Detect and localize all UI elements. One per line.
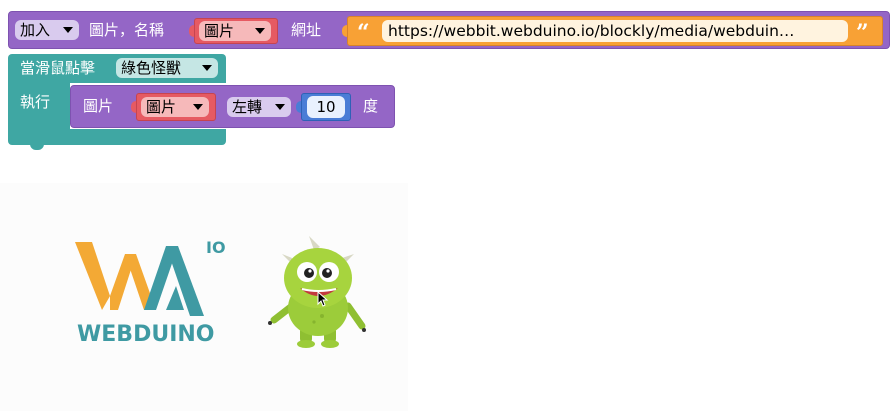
url-label: 網址 — [291, 21, 322, 39]
add-dropdown[interactable]: 加入 — [15, 20, 79, 40]
degrees-number-block[interactable]: 10 — [301, 93, 351, 121]
logo-superscript: IO — [206, 238, 226, 257]
open-quote: “ — [357, 20, 370, 46]
close-quote: ” — [856, 20, 869, 46]
do-label: 執行 — [20, 93, 51, 111]
direction-label: 左轉 — [232, 98, 263, 116]
when-label: 當滑鼠點擊 — [20, 59, 96, 77]
image-variable-dropdown[interactable]: 圖片 — [199, 21, 271, 41]
url-input[interactable]: https://webbit.webduino.io/blockly/media… — [382, 20, 848, 42]
rotate-image-variable-label: 圖片 — [146, 98, 177, 116]
rotate-image-variable-dropdown[interactable]: 圖片 — [141, 97, 209, 117]
image-name-label: 圖片，名稱 — [89, 21, 165, 39]
image-variable-label: 圖片 — [204, 22, 235, 40]
rotate-image-variable-block[interactable]: 圖片 — [136, 93, 216, 121]
dropdown-caret-icon — [255, 28, 265, 34]
url-text-block[interactable]: “ https://webbit.webduino.io/blockly/med… — [347, 16, 883, 46]
add-image-block[interactable]: 加入 圖片，名稱 圖片 網址 “ https://webbit.webduino… — [8, 11, 890, 49]
dropdown-caret-icon — [275, 104, 285, 110]
dropdown-caret-icon — [63, 27, 73, 33]
degrees-unit-label: 度 — [363, 97, 379, 115]
click-target-dropdown[interactable]: 綠色怪獸 — [116, 58, 218, 78]
dropdown-caret-icon — [193, 104, 203, 110]
mouse-pointer-icon — [317, 291, 329, 307]
add-dropdown-label: 加入 — [20, 21, 51, 39]
image-variable-block[interactable]: 圖片 — [194, 18, 278, 44]
direction-dropdown[interactable]: 左轉 — [227, 97, 291, 117]
degrees-value: 10 — [316, 98, 336, 116]
webduino-logo: IO WEBDUINO — [70, 236, 230, 356]
dropdown-caret-icon — [202, 65, 212, 71]
rotate-image-block[interactable]: 圖片 圖片 左轉 10 度 — [70, 85, 395, 128]
url-value: https://webbit.webduino.io/blockly/media… — [388, 22, 795, 40]
on-click-event-footer — [8, 129, 226, 145]
click-target-label: 綠色怪獸 — [121, 59, 182, 77]
block-next-connector — [30, 144, 44, 150]
green-monster-sprite[interactable] — [262, 236, 372, 351]
degrees-input[interactable]: 10 — [307, 96, 345, 118]
rotate-image-label: 圖片 — [83, 97, 114, 115]
logo-wordmark: WEBDUINO — [77, 322, 215, 347]
